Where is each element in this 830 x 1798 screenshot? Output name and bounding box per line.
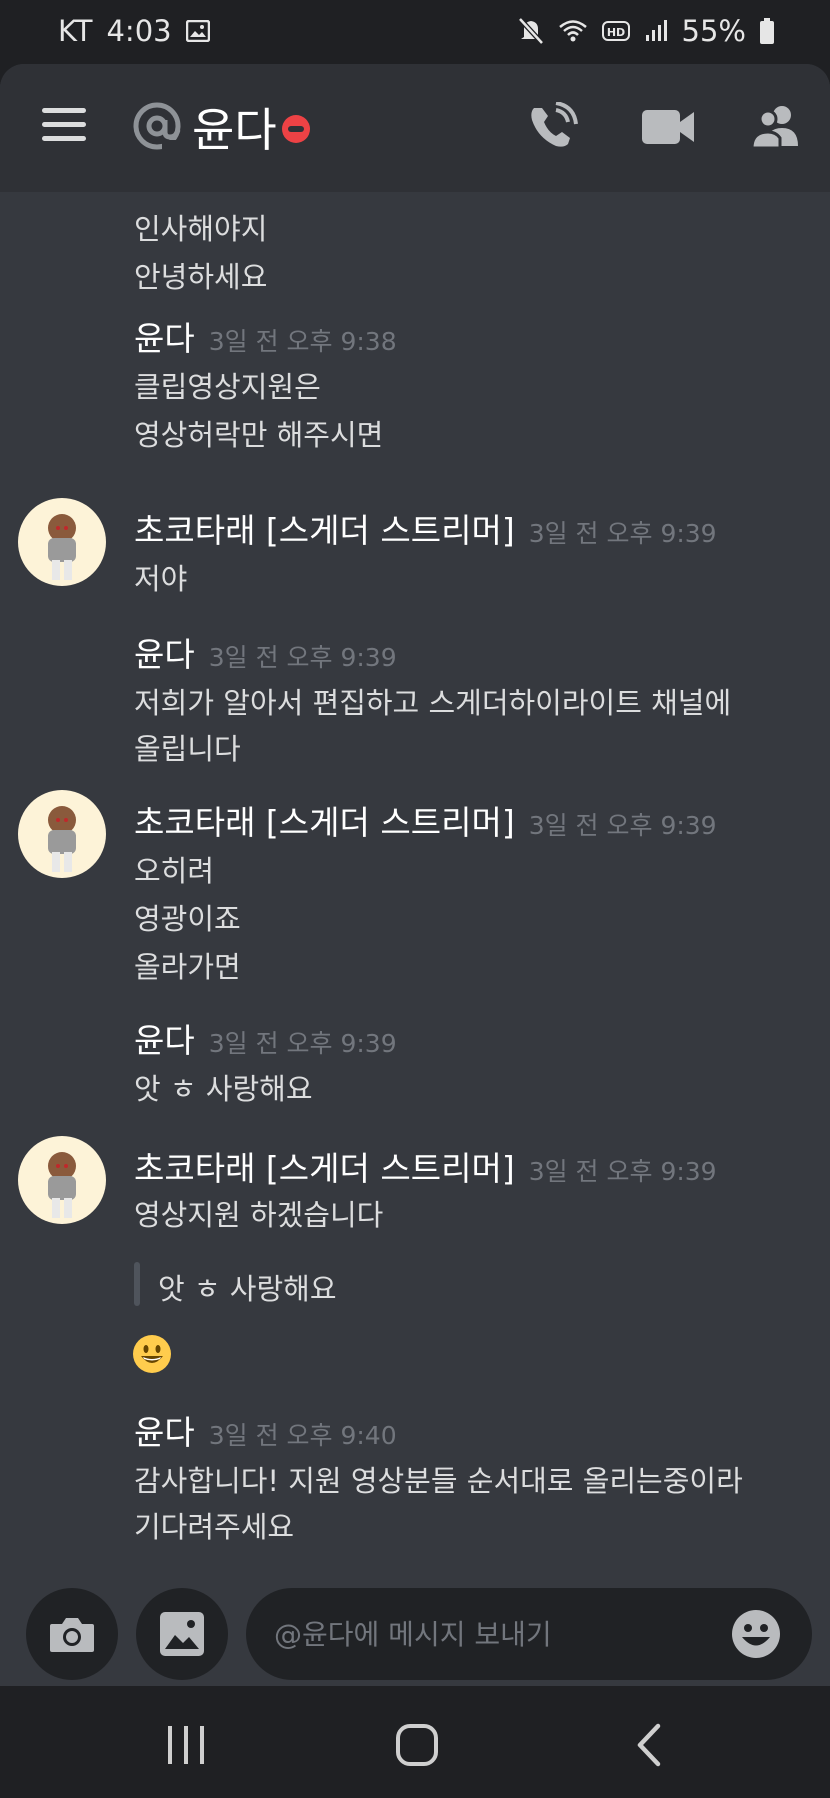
author-name[interactable]: 초코타래 [스게더 스트리머] <box>134 803 515 842</box>
quote-bar <box>134 1262 140 1306</box>
image-icon <box>160 1612 204 1656</box>
hd-icon: HD <box>601 19 630 43</box>
timestamp: 3일 전 오후 9:39 <box>528 811 717 840</box>
mute-icon <box>517 17 544 45</box>
message-text: 오히려 <box>134 854 215 888</box>
message-text: 영광이죠 <box>134 902 241 936</box>
video-icon[interactable] <box>640 102 696 152</box>
hamburger-icon[interactable] <box>42 108 86 144</box>
timestamp: 3일 전 오후 9:39 <box>528 1157 717 1186</box>
message-header: 윤다 3일 전 오후 9:39 <box>134 628 397 676</box>
grinning-face-icon[interactable] <box>132 1334 172 1374</box>
quote-text: 앗 ㅎ 사랑해요 <box>158 1272 337 1306</box>
camera-icon <box>50 1618 94 1652</box>
message-text: 안녕하세요 <box>134 260 268 294</box>
clock: 4:03 <box>106 14 172 48</box>
timestamp: 3일 전 오후 9:40 <box>208 1421 397 1450</box>
channel-title: 윤다 <box>192 103 277 157</box>
message-text: 올라가면 <box>134 950 241 984</box>
svg-text:HD: HD <box>606 26 624 39</box>
dnd-status-icon <box>282 115 310 143</box>
home-icon[interactable] <box>392 1722 442 1768</box>
message-header: 윤다 3일 전 오후 9:39 <box>134 1014 397 1062</box>
message-text: 앗 ㅎ 사랑해요 <box>134 1072 313 1106</box>
message-header: 초코타래 [스게더 스트리머] 3일 전 오후 9:39 <box>134 504 717 552</box>
author-name[interactable]: 초코타래 [스게더 스트리머] <box>134 1149 515 1188</box>
avatar[interactable] <box>18 498 106 586</box>
message-header: 윤다 3일 전 오후 9:40 <box>134 1406 397 1454</box>
signal-icon <box>644 19 668 43</box>
battery-percent: 55% <box>681 14 746 48</box>
message-header: 초코타래 [스게더 스트리머] 3일 전 오후 9:39 <box>134 1142 717 1190</box>
message-text: 올립니다 <box>134 732 241 766</box>
members-icon[interactable] <box>748 102 804 152</box>
back-icon[interactable] <box>626 1722 676 1768</box>
timestamp: 3일 전 오후 9:39 <box>208 1029 397 1058</box>
message-text: 영상허락만 해주시면 <box>134 418 384 452</box>
camera-button[interactable] <box>26 1588 118 1680</box>
message-header: 윤다 3일 전 오후 9:38 <box>134 312 397 360</box>
image-icon <box>185 20 210 42</box>
avatar[interactable] <box>18 790 106 878</box>
gallery-button[interactable] <box>136 1588 228 1680</box>
author-name[interactable]: 윤다 <box>134 1413 195 1452</box>
phone-icon[interactable] <box>526 102 582 152</box>
message-header: 초코타래 [스게더 스트리머] 3일 전 오후 9:39 <box>134 796 717 844</box>
timestamp: 3일 전 오후 9:39 <box>528 519 717 548</box>
message-text: 감사합니다! 지원 영상분들 순서대로 올리는중이라 <box>134 1464 743 1498</box>
recent-apps-icon[interactable] <box>162 1722 212 1768</box>
wifi-icon <box>558 19 588 43</box>
status-bar: KT 4:03 HD 55% <box>0 0 830 64</box>
at-icon <box>133 102 182 152</box>
author-name[interactable]: 초코타래 [스게더 스트리머] <box>134 511 515 550</box>
message-text: 저야 <box>134 562 188 596</box>
battery-icon <box>760 18 774 44</box>
message-text: 클립영상지원은 <box>134 370 321 404</box>
message-composer <box>0 1572 830 1686</box>
message-list: 인사해야지 안녕하세요 윤다 3일 전 오후 9:38 클립영상지원은 영상허락만… <box>0 192 830 1572</box>
author-name[interactable]: 윤다 <box>134 319 195 358</box>
dm-channel: 윤다 인사해야지 안녕하세요 윤다 3일 전 오후 9:38 클립영상지원은 영상… <box>0 64 830 1686</box>
channel-header: 윤다 <box>0 64 830 192</box>
message-text: 영상지원 하겠습니다 <box>134 1198 384 1232</box>
message-text: 인사해야지 <box>134 212 268 246</box>
timestamp: 3일 전 오후 9:39 <box>208 643 397 672</box>
timestamp: 3일 전 오후 9:38 <box>208 327 397 356</box>
message-text: 저희가 알아서 편집하고 스게더하이라이트 채널에 <box>134 686 732 720</box>
message-input[interactable] <box>246 1588 812 1680</box>
author-name[interactable]: 윤다 <box>134 1021 195 1060</box>
carrier-label: KT <box>58 14 93 48</box>
avatar[interactable] <box>18 1136 106 1224</box>
message-text: 기다려주세요 <box>134 1510 295 1544</box>
author-name[interactable]: 윤다 <box>134 635 195 674</box>
emoji-picker-icon[interactable] <box>730 1608 782 1660</box>
system-nav-bar <box>0 1686 830 1798</box>
